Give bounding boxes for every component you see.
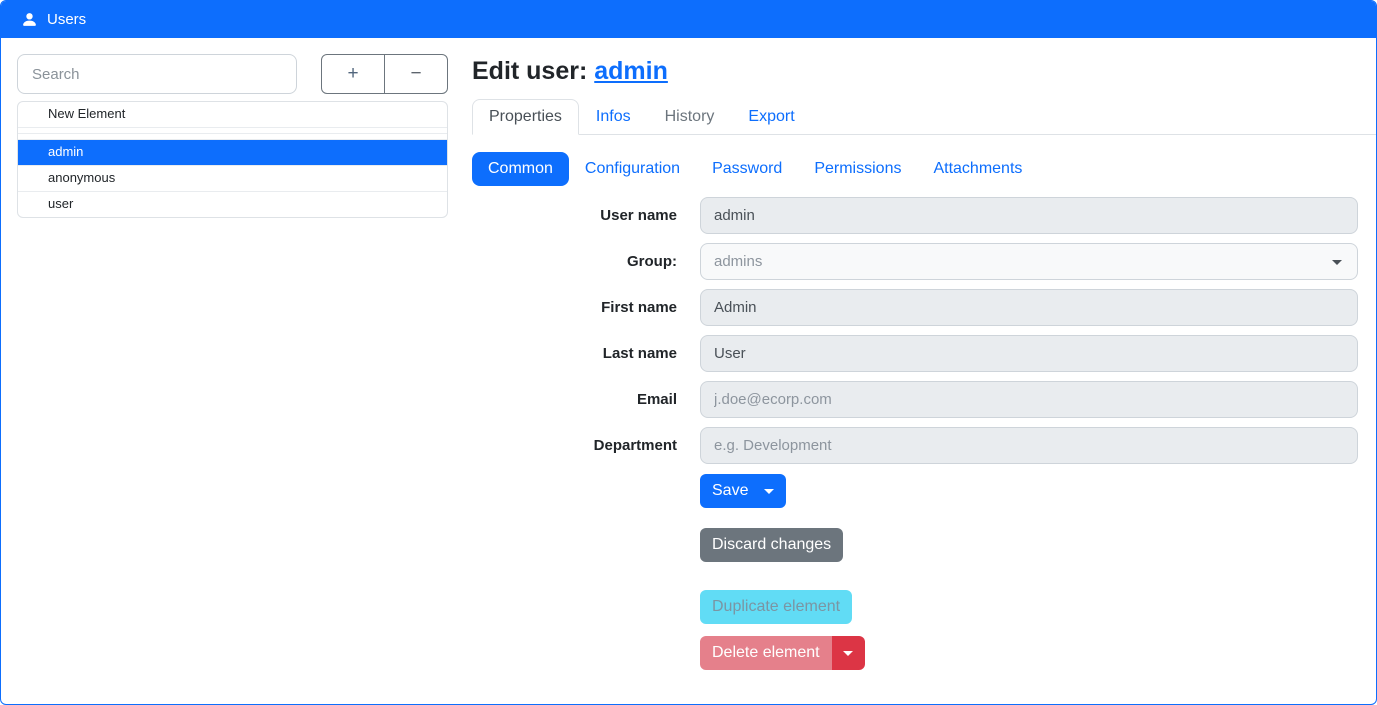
discard-changes-button[interactable]: Discard changes [700,528,843,562]
subtab-common[interactable]: Common [472,152,569,186]
subtab-attachments[interactable]: Attachments [917,152,1038,186]
app-header: Users [1,1,1376,38]
firstname-field[interactable] [700,289,1358,326]
add-element-button[interactable]: + [321,54,385,94]
element-list: New Element admin anonymous user [17,101,448,218]
firstname-label: First name [472,289,677,326]
group-select[interactable]: admins [700,243,1358,280]
user-icon [21,11,38,28]
save-button-label: Save [712,482,748,500]
search-input[interactable] [17,54,297,94]
save-button[interactable]: Save [700,474,786,508]
page-title: Edit user: admin [472,57,1376,86]
tab-history: History [648,99,732,135]
email-field[interactable] [700,381,1358,418]
edited-user-link[interactable]: admin [594,57,668,85]
list-item-new-element[interactable]: New Element [18,102,447,127]
username-field[interactable] [700,197,1358,234]
delete-dropdown-toggle[interactable] [832,636,865,670]
app-title: Users [47,11,86,28]
subtab-password[interactable]: Password [696,152,798,186]
sub-tab-bar: Common Configuration Password Permission… [472,152,1376,186]
page-title-prefix: Edit user: [472,57,594,85]
duplicate-element-button[interactable]: Duplicate element [700,590,852,624]
department-label: Department [472,427,677,464]
action-buttons: Save Discard changes Duplicate element D… [700,474,1376,670]
lastname-field[interactable] [700,335,1358,372]
group-select-value: admins [714,253,762,270]
chevron-down-icon [764,489,774,494]
chevron-down-icon [843,651,853,656]
tab-properties[interactable]: Properties [472,99,579,135]
delete-element-button[interactable]: Delete element [700,636,832,670]
user-form: User name Group: admins First name Last … [472,197,1376,464]
group-label: Group: [472,243,677,280]
subtab-permissions[interactable]: Permissions [798,152,917,186]
tab-infos[interactable]: Infos [579,99,648,135]
username-label: User name [472,197,677,234]
list-item-admin[interactable]: admin [18,139,447,165]
edit-panel: Edit user: admin Properties Infos Histor… [472,54,1376,688]
list-item-user[interactable]: user [18,191,447,217]
subtab-configuration[interactable]: Configuration [569,152,696,186]
add-remove-button-group: + − [321,54,448,94]
delete-element-button-group: Delete element [700,636,865,670]
lastname-label: Last name [472,335,677,372]
department-field[interactable] [700,427,1358,464]
tab-bar: Properties Infos History Export [472,99,1376,135]
app-window: Users + − New Element admin anonymous us… [0,0,1377,705]
email-label: Email [472,381,677,418]
chevron-down-icon [1332,260,1342,265]
tab-export[interactable]: Export [731,99,811,135]
remove-element-button[interactable]: − [384,54,448,94]
list-item-anonymous[interactable]: anonymous [18,165,447,191]
sidebar: + − New Element admin anonymous user [17,54,448,688]
